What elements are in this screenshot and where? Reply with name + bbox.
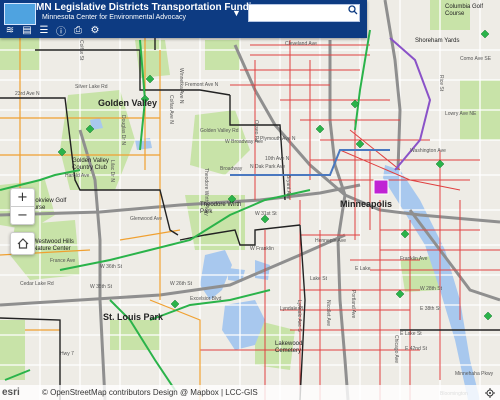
chevron-down-icon[interactable]: ▼	[232, 8, 241, 18]
street-label: Fremont Ave N	[185, 82, 219, 88]
toolbar: ≋ ▤ ☰ ⓘ ⎙ ⚙	[4, 24, 101, 38]
locate-button[interactable]	[481, 385, 499, 400]
downtown-marker[interactable]	[373, 179, 389, 195]
street-label: Chicago Ave	[393, 335, 399, 363]
street-label: E Lake St	[400, 331, 422, 337]
street-label: Golden Valley Rd	[200, 128, 239, 134]
street-label: E 38th St	[420, 306, 441, 312]
street-label: Silver Lake Rd	[75, 84, 108, 90]
street-label: Winnetka Ave N	[178, 68, 184, 104]
info-icon[interactable]: ⓘ	[55, 24, 67, 38]
label-golden-valley-cc: Golden Valley Country Club	[72, 158, 109, 171]
street-label: Cedar Lake Rd	[20, 281, 54, 287]
street-label: Hennepin Ave	[315, 238, 346, 244]
street-label: Lyndale Pl	[280, 306, 303, 312]
app-subtitle: Minnesota Center for Environmental Advoc…	[42, 14, 186, 21]
street-label: Hwy 7	[60, 351, 74, 357]
street-label: W Franklin	[250, 246, 274, 252]
label-westwood: Westwood Hills Nature Center	[33, 239, 74, 252]
street-label: E Lake	[355, 266, 371, 272]
street-label: 23rd Ave N	[15, 91, 40, 97]
street-label: W 26th St	[170, 281, 193, 287]
esri-logo: esri	[2, 387, 20, 398]
zoom-in-button[interactable]: +	[11, 189, 34, 206]
street-label: Glenwood Ave	[130, 216, 162, 222]
app-title: MN Legislative Districts Transportation …	[36, 2, 264, 13]
street-label: Como Ave SE	[460, 56, 492, 62]
street-label: Minnehaha Pkwy	[455, 371, 494, 377]
street-label: W 31st St	[255, 211, 277, 217]
street-label: N Dak Park Ave	[250, 164, 285, 170]
street-label: Colfax St	[78, 40, 84, 61]
search-icon[interactable]	[348, 5, 358, 15]
street-label: Portland Ave	[350, 290, 356, 318]
app-header: MN Legislative Districts Transportation …	[0, 0, 367, 38]
street-label: France Ave	[50, 258, 75, 264]
street-label: Lyndale Ave S	[296, 300, 302, 332]
street-label: Cleveland Ave	[285, 41, 317, 47]
attribution-bar: esri © OpenStreetMap contributors Design…	[0, 385, 500, 400]
street-label: Nicollet Ave	[325, 300, 331, 326]
attribution-text: © OpenStreetMap contributors Design @ Ma…	[42, 388, 258, 397]
street-label: Osseo Rd	[253, 120, 259, 142]
zoom-out-button[interactable]: −	[11, 206, 34, 224]
street-label: W 35th St	[90, 284, 113, 290]
street-label: Lowry Ave NE	[445, 111, 477, 117]
street-label: W 36th St	[100, 264, 123, 270]
street-label: Theodore Wirth Pkwy	[203, 168, 209, 216]
legend-icon[interactable]: ☰	[38, 24, 50, 36]
street-label: Douglas Dr N	[120, 115, 126, 145]
street-label: W 28th St	[420, 286, 443, 292]
print-icon[interactable]: ⎙	[72, 24, 84, 36]
street-label: Washington Ave	[410, 148, 446, 154]
share-icon[interactable]: ⚙	[89, 24, 101, 36]
home-icon	[17, 238, 28, 249]
street-label: E 42nd St	[405, 346, 428, 352]
street-label: Colfax Ave N	[168, 95, 174, 124]
label-shoreham: Shoreham Yards	[415, 38, 459, 44]
search-input[interactable]	[248, 4, 360, 22]
street-label: 10th Ave N	[265, 156, 290, 162]
label-golden-valley: Golden Valley	[98, 98, 157, 108]
basemap-icon[interactable]: ▤	[21, 24, 33, 36]
street-label: Harold Ave	[65, 173, 90, 179]
street-label: Lake St	[310, 276, 328, 282]
zoom-control: + −	[10, 188, 35, 225]
layers-icon[interactable]: ≋	[4, 24, 16, 36]
home-button[interactable]	[10, 232, 35, 255]
app-logo	[4, 3, 36, 25]
street-label: Lilac Dr N	[109, 160, 115, 182]
locate-icon	[485, 387, 495, 398]
street-label: Excelsior Blvd	[190, 296, 222, 302]
street-label: Plymouth Ave N	[260, 136, 296, 142]
label-minneapolis: Minneapolis	[340, 199, 392, 209]
street-label: Bryant Ave	[285, 175, 291, 199]
street-label: Rice St	[438, 75, 444, 92]
street-label: Franklin Ave	[400, 256, 428, 262]
label-lakewood: Lakewood Cemetery	[275, 341, 302, 354]
map-canvas[interactable]: Golden Valley St. Louis Park Minneapolis…	[0, 0, 500, 400]
label-st-louis-park: St. Louis Park	[103, 312, 164, 322]
street-label: Broadway	[220, 166, 243, 172]
